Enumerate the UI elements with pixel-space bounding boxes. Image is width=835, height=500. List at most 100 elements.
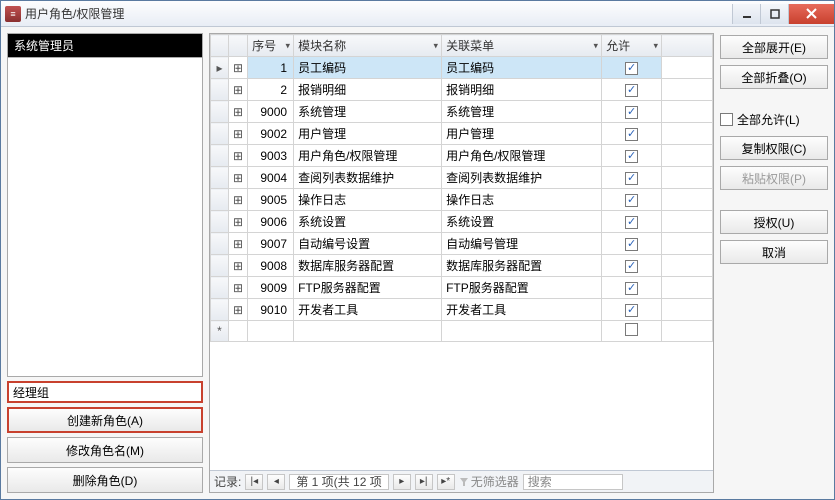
cell-menu[interactable]: 报销明细 [442, 79, 602, 101]
expand-toggle[interactable]: ⊞ [229, 255, 248, 277]
allow-checkbox[interactable] [625, 260, 638, 273]
cell-module[interactable]: 数据库服务器配置 [294, 255, 442, 277]
create-role-button[interactable]: 创建新角色(A) [7, 407, 203, 433]
cell-seq[interactable]: 9004 [248, 167, 294, 189]
cell-module[interactable]: 操作日志 [294, 189, 442, 211]
col-allow-header[interactable]: 允许▾ [602, 35, 662, 57]
allow-checkbox[interactable] [625, 84, 638, 97]
cell-menu[interactable]: 操作日志 [442, 189, 602, 211]
table-row[interactable]: ⊞9007自动编号设置自动编号管理 [211, 233, 713, 255]
table-row[interactable]: ⊞9009FTP服务器配置FTP服务器配置 [211, 277, 713, 299]
row-marker[interactable] [211, 189, 229, 211]
role-list[interactable]: 系统管理员 [7, 33, 203, 377]
table-row[interactable]: ⊞9002用户管理用户管理 [211, 123, 713, 145]
grant-button[interactable]: 授权(U) [720, 210, 828, 234]
collapse-all-button[interactable]: 全部折叠(O) [720, 65, 828, 89]
nav-search-input[interactable]: 搜索 [523, 474, 623, 490]
nav-next-button[interactable]: ▸ [393, 474, 411, 490]
cell-module[interactable]: 用户管理 [294, 123, 442, 145]
expand-toggle[interactable]: ⊞ [229, 211, 248, 233]
cell-allow[interactable] [602, 233, 662, 255]
expand-toggle[interactable]: ⊞ [229, 277, 248, 299]
cell-menu[interactable]: 数据库服务器配置 [442, 255, 602, 277]
cell-menu[interactable]: FTP服务器配置 [442, 277, 602, 299]
cell-seq[interactable]: 9008 [248, 255, 294, 277]
cell-module[interactable]: 用户角色/权限管理 [294, 145, 442, 167]
copy-perm-button[interactable]: 复制权限(C) [720, 136, 828, 160]
row-marker[interactable] [211, 145, 229, 167]
allow-checkbox[interactable] [625, 62, 638, 75]
cancel-button[interactable]: 取消 [720, 240, 828, 264]
row-marker[interactable] [211, 255, 229, 277]
table-row[interactable]: ⊞9004查阅列表数据维护查阅列表数据维护 [211, 167, 713, 189]
cell-seq[interactable]: 9003 [248, 145, 294, 167]
table-row[interactable]: ⊞9010开发者工具开发者工具 [211, 299, 713, 321]
col-module-header[interactable]: 模块名称▾ [294, 35, 442, 57]
nav-prev-button[interactable]: ◂ [267, 474, 285, 490]
row-marker[interactable] [211, 233, 229, 255]
table-row[interactable]: ⊞9003用户角色/权限管理用户角色/权限管理 [211, 145, 713, 167]
cell-seq[interactable]: 9005 [248, 189, 294, 211]
cell-menu[interactable]: 开发者工具 [442, 299, 602, 321]
col-menu-header[interactable]: 关联菜单▾ [442, 35, 602, 57]
paste-perm-button[interactable]: 粘贴权限(P) [720, 166, 828, 190]
expand-toggle[interactable]: ⊞ [229, 233, 248, 255]
cell-seq[interactable]: 9002 [248, 123, 294, 145]
cell-allow[interactable] [602, 211, 662, 233]
expand-toggle[interactable]: ⊞ [229, 57, 248, 79]
cell-allow[interactable] [602, 101, 662, 123]
col-seq-header[interactable]: 序号▾ [248, 35, 294, 57]
allow-checkbox[interactable] [625, 194, 638, 207]
rename-role-button[interactable]: 修改角色名(M) [7, 437, 203, 463]
nav-first-button[interactable]: |◂ [245, 474, 263, 490]
row-marker[interactable] [211, 79, 229, 101]
cell-allow[interactable] [602, 167, 662, 189]
table-row-new[interactable]: * [211, 321, 713, 342]
cell-seq[interactable]: 9006 [248, 211, 294, 233]
row-marker[interactable] [211, 211, 229, 233]
table-row[interactable]: ▸⊞1员工编码员工编码 [211, 57, 713, 79]
role-list-selected[interactable]: 系统管理员 [8, 34, 202, 58]
table-row[interactable]: ⊞9005操作日志操作日志 [211, 189, 713, 211]
row-marker[interactable] [211, 277, 229, 299]
allow-checkbox[interactable] [625, 172, 638, 185]
cell-module[interactable]: 自动编号设置 [294, 233, 442, 255]
table-row[interactable]: ⊞9006系统设置系统设置 [211, 211, 713, 233]
cell-seq[interactable]: 9010 [248, 299, 294, 321]
row-marker[interactable] [211, 167, 229, 189]
allow-checkbox[interactable] [625, 128, 638, 141]
row-marker-new[interactable]: * [211, 321, 229, 342]
expand-toggle[interactable]: ⊞ [229, 189, 248, 211]
cell-seq[interactable]: 1 [248, 57, 294, 79]
expand-toggle[interactable]: ⊞ [229, 145, 248, 167]
expand-toggle[interactable]: ⊞ [229, 123, 248, 145]
delete-role-button[interactable]: 删除角色(D) [7, 467, 203, 493]
cell-menu[interactable]: 系统管理 [442, 101, 602, 123]
nav-last-button[interactable]: ▸| [415, 474, 433, 490]
nav-new-button[interactable]: ▸* [437, 474, 455, 490]
row-marker[interactable] [211, 101, 229, 123]
col-rowmark-header[interactable] [211, 35, 229, 57]
allow-checkbox[interactable] [625, 282, 638, 295]
cell-allow[interactable] [602, 299, 662, 321]
cell-allow[interactable] [602, 123, 662, 145]
allow-checkbox[interactable] [625, 304, 638, 317]
expand-toggle[interactable]: ⊞ [229, 167, 248, 189]
cell-module[interactable]: 查阅列表数据维护 [294, 167, 442, 189]
allow-checkbox[interactable] [625, 323, 638, 336]
cell-allow[interactable] [602, 255, 662, 277]
allow-checkbox[interactable] [625, 238, 638, 251]
cell-seq[interactable]: 9009 [248, 277, 294, 299]
allow-all-checkbox[interactable] [720, 113, 733, 126]
cell-menu[interactable]: 用户角色/权限管理 [442, 145, 602, 167]
cell-menu[interactable]: 系统设置 [442, 211, 602, 233]
cell-allow[interactable] [602, 145, 662, 167]
table-row[interactable]: ⊞9008数据库服务器配置数据库服务器配置 [211, 255, 713, 277]
cell-menu[interactable]: 用户管理 [442, 123, 602, 145]
cell-module[interactable]: 系统管理 [294, 101, 442, 123]
row-marker[interactable] [211, 123, 229, 145]
col-expand-header[interactable] [229, 35, 248, 57]
cell-module[interactable]: 员工编码 [294, 57, 442, 79]
cell-module[interactable]: 开发者工具 [294, 299, 442, 321]
maximize-button[interactable] [760, 4, 788, 24]
